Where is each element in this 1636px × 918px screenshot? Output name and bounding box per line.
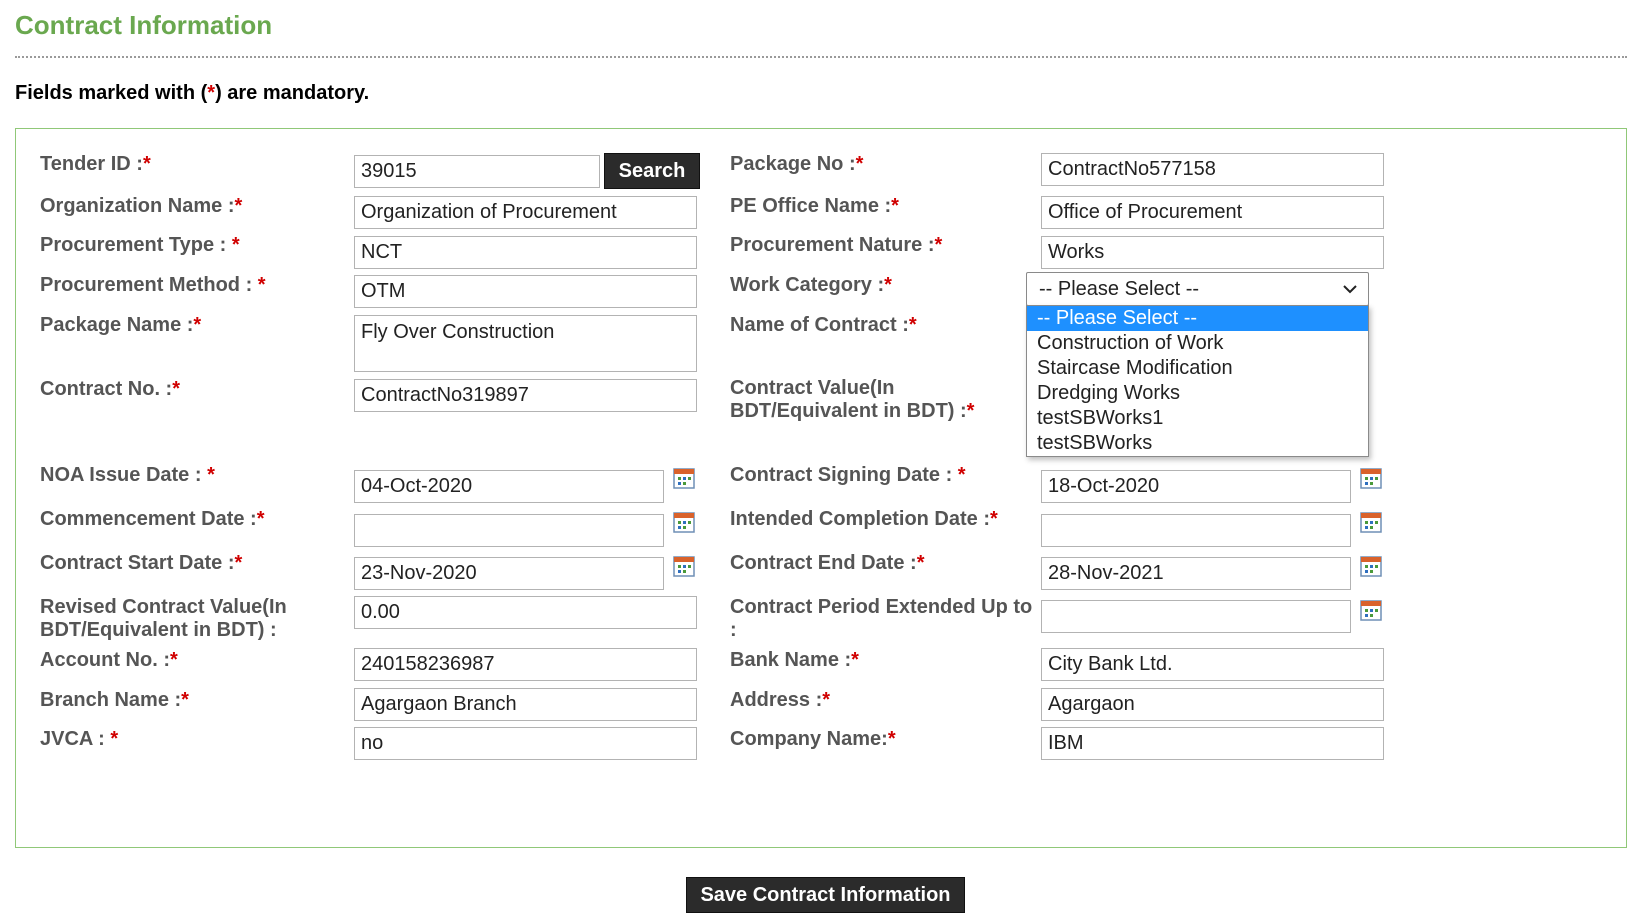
label-noa-issue-date: NOA Issue Date : * [40,464,215,486]
calendar-icon[interactable] [673,467,695,489]
label-work-category: Work Category :* [730,274,892,296]
label-contract-signing-date: Contract Signing Date : * [730,464,966,486]
label-package-name: Package Name :* [40,314,202,336]
tender-id-input[interactable] [354,155,600,188]
procurement-type-input[interactable] [354,236,697,269]
label-procurement-method: Procurement Method : * [40,274,266,296]
calendar-icon[interactable] [1360,555,1382,577]
work-category-select[interactable]: -- Please Select -- [1026,272,1369,306]
label-account-no: Account No. :* [40,649,178,671]
search-button[interactable]: Search [604,153,700,189]
chevron-down-icon [1343,285,1357,294]
label-pe-office-name: PE Office Name :* [730,195,899,217]
title-divider [15,56,1627,58]
address-input[interactable] [1041,688,1384,721]
label-package-no: Package No :* [730,153,864,175]
save-contract-information-button[interactable]: Save Contract Information [686,877,965,913]
contract-no-input[interactable] [354,379,697,412]
calendar-icon[interactable] [1360,467,1382,489]
package-no-input[interactable] [1041,153,1384,186]
pe-office-name-input[interactable] [1041,196,1384,229]
intended-completion-date-input[interactable] [1041,514,1351,547]
package-name-textarea[interactable]: Fly Over Construction [354,315,697,372]
label-branch-name: Branch Name :* [40,689,189,711]
work-category-option-staircase-modification[interactable]: Staircase Modification [1027,356,1368,381]
bank-name-input[interactable] [1041,648,1384,681]
label-contract-value: Contract Value(In BDT/Equivalent in BDT) … [730,377,975,422]
account-no-input[interactable] [354,648,697,681]
label-intended-completion-date: Intended Completion Date :* [730,508,998,530]
label-jvca: JVCA : * [40,728,119,750]
contract-end-date-input[interactable] [1041,557,1351,590]
label-contract-period-extended: Contract Period Extended Up to: [730,596,1033,641]
mandatory-note: Fields marked with (*) are mandatory. [15,82,370,104]
revised-contract-value-input[interactable] [354,596,697,629]
calendar-icon[interactable] [673,555,695,577]
jvca-input[interactable] [354,727,697,760]
organization-name-input[interactable] [354,196,697,229]
work-category-selected-value: -- Please Select -- [1039,278,1200,300]
work-category-option-please-select[interactable]: -- Please Select -- [1027,306,1368,331]
label-procurement-nature: Procurement Nature :* [730,234,943,256]
label-organization-name: Organization Name :* [40,195,243,217]
label-company-name: Company Name:* [730,728,896,750]
branch-name-input[interactable] [354,688,697,721]
calendar-icon[interactable] [1360,511,1382,533]
contract-signing-date-input[interactable] [1041,470,1351,503]
calendar-icon[interactable] [673,511,695,533]
procurement-method-input[interactable] [354,275,697,308]
work-category-option-testsbworks[interactable]: testSBWorks [1027,431,1368,456]
label-name-of-contract: Name of Contract :* [730,314,917,336]
noa-issue-date-input[interactable] [354,470,664,503]
work-category-dropdown-list: -- Please Select -- Construction of Work… [1026,305,1369,457]
label-address: Address :* [730,689,831,711]
procurement-nature-input[interactable] [1041,236,1384,269]
work-category-option-dredging-works[interactable]: Dredging Works [1027,381,1368,406]
label-contract-start-date: Contract Start Date :* [40,552,243,574]
work-category-option-testsbworks1[interactable]: testSBWorks1 [1027,406,1368,431]
company-name-input[interactable] [1041,727,1384,760]
label-contract-end-date: Contract End Date :* [730,552,925,574]
contract-start-date-input[interactable] [354,557,664,590]
label-commencement-date: Commencement Date :* [40,508,265,530]
label-tender-id: Tender ID :* [40,153,151,175]
commencement-date-input[interactable] [354,514,664,547]
label-procurement-type: Procurement Type : * [40,234,240,256]
calendar-icon[interactable] [1360,599,1382,621]
work-category-option-construction-of-work[interactable]: Construction of Work [1027,331,1368,356]
label-contract-no: Contract No. :* [40,378,181,400]
label-revised-contract-value: Revised Contract Value(In BDT/Equivalent … [40,596,287,641]
page-title: Contract Information [15,10,273,40]
contract-period-extended-input[interactable] [1041,600,1351,633]
label-bank-name: Bank Name :* [730,649,859,671]
